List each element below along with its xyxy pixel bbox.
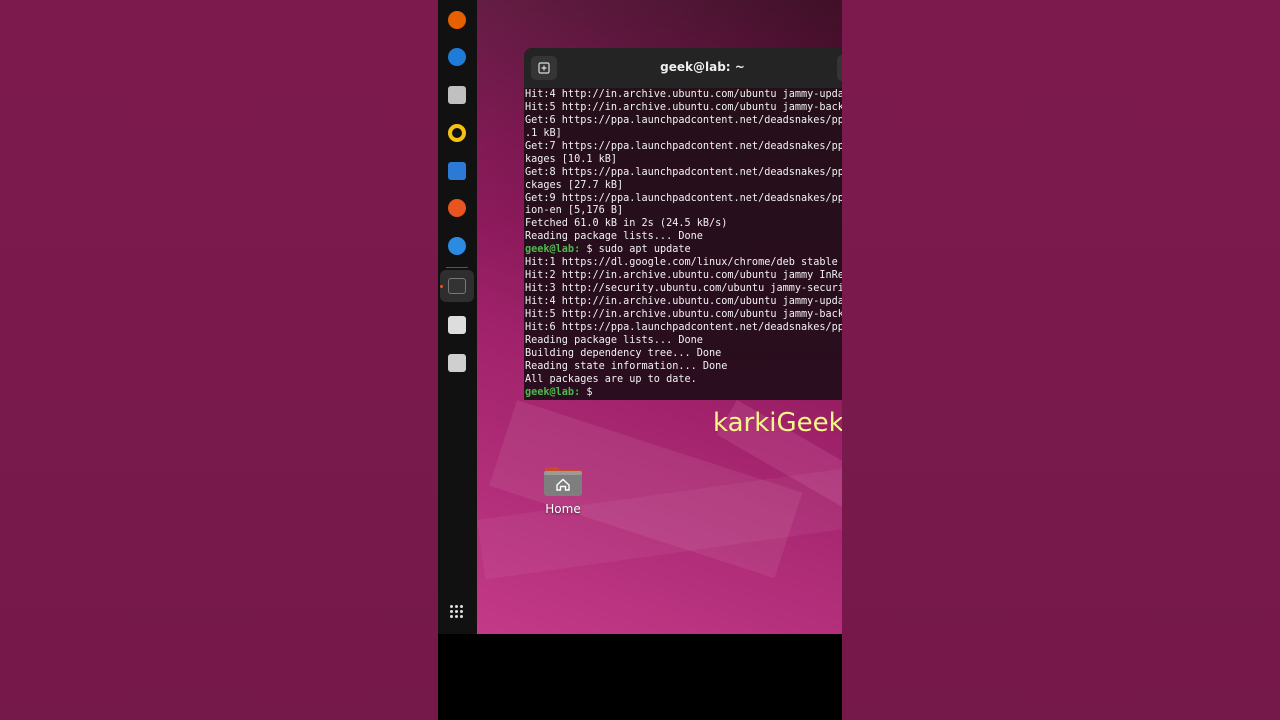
terminal-line: Hit:5 http://in.archive.ubuntu.com/ubunt… bbox=[525, 308, 842, 320]
firefox-icon[interactable] bbox=[446, 9, 468, 31]
terminal-line: Reading package lists... Done bbox=[525, 231, 703, 243]
shell-prompt: geek@lab bbox=[525, 244, 575, 256]
show-apps-icon[interactable] bbox=[450, 605, 464, 619]
help-icon[interactable] bbox=[446, 235, 468, 257]
terminal-line: Get:6 https://ppa.launchpadcontent.net/d… bbox=[525, 114, 842, 126]
watermark-text: karkiGeek bbox=[713, 408, 842, 438]
terminal-header-bar[interactable]: geek@lab: ~ bbox=[524, 48, 842, 88]
terminal-line: Get:7 https://ppa.launchpadcontent.net/d… bbox=[525, 140, 842, 152]
text-editor-icon[interactable] bbox=[446, 314, 468, 336]
software-center-icon[interactable] bbox=[446, 197, 468, 219]
home-folder-label: Home bbox=[545, 502, 581, 516]
terminal-line: Hit:5 http://in.archive.ubuntu.com/ubunt… bbox=[525, 101, 842, 113]
terminal-line: geek@lab: $ bbox=[525, 387, 842, 399]
shell-command: $ sudo apt update bbox=[580, 244, 691, 256]
terminal-line: Get:8 https://ppa.launchpadcontent.net/d… bbox=[525, 166, 842, 178]
terminal-line: .1 kB] bbox=[525, 127, 562, 139]
terminal-glyph bbox=[448, 278, 466, 294]
libreoffice-writer-glyph bbox=[448, 162, 466, 180]
dock bbox=[438, 0, 477, 634]
blurred-background-left bbox=[0, 0, 438, 720]
terminal-line: Hit:6 https://ppa.launchpadcontent.net/d… bbox=[525, 321, 842, 333]
search-button[interactable] bbox=[837, 55, 842, 81]
dock-separator bbox=[446, 267, 468, 268]
terminal-line: Hit:2 http://in.archive.ubuntu.com/ubunt… bbox=[525, 270, 842, 282]
blurred-background-right bbox=[842, 0, 1280, 720]
terminal-line: Fetched 61.0 kB in 2s (24.5 kB/s) bbox=[525, 218, 728, 230]
terminal-line: Building dependency tree... Done bbox=[525, 347, 722, 359]
terminal-line: Get:9 https://ppa.launchpadcontent.net/d… bbox=[525, 192, 842, 204]
desktop[interactable]: geek@lab: ~ Hit:4 http://in.archive.ubun… bbox=[477, 0, 842, 634]
shell-prompt: geek@lab bbox=[525, 386, 575, 398]
terminal-line: ion-en [5,176 B] bbox=[525, 205, 624, 217]
files-icon[interactable] bbox=[446, 84, 468, 106]
terminal-line: geek@lab: $ sudo apt update bbox=[525, 244, 842, 257]
terminal-icon[interactable] bbox=[446, 275, 468, 297]
libreoffice-writer-icon[interactable] bbox=[446, 160, 468, 182]
terminal-line: Hit:4 http://in.archive.ubuntu.com/ubunt… bbox=[525, 296, 842, 307]
trash-icon[interactable] bbox=[446, 352, 468, 374]
home-folder-icon[interactable] bbox=[543, 463, 583, 497]
thunderbird-icon[interactable] bbox=[446, 46, 468, 68]
trash-glyph bbox=[448, 354, 466, 372]
thunderbird-glyph bbox=[448, 48, 466, 66]
terminal-line: ckages [27.7 kB] bbox=[525, 179, 624, 191]
shell-command: $ bbox=[580, 386, 593, 398]
software-center-glyph bbox=[448, 199, 466, 217]
files-glyph bbox=[448, 86, 466, 104]
terminal-output[interactable]: Hit:4 http://in.archive.ubuntu.com/ubunt… bbox=[525, 89, 842, 399]
terminal-line: All packages are up to date. bbox=[525, 373, 697, 385]
help-glyph bbox=[448, 237, 466, 255]
screen-frame: geek@lab: ~ Hit:4 http://in.archive.ubun… bbox=[438, 0, 842, 720]
terminal-title: geek@lab: ~ bbox=[660, 60, 745, 74]
running-indicator bbox=[440, 285, 443, 288]
text-editor-glyph bbox=[448, 316, 466, 334]
firefox-glyph bbox=[448, 11, 466, 29]
terminal-line: Reading package lists... Done bbox=[525, 334, 703, 346]
terminal-line: kages [10.1 kB] bbox=[525, 153, 618, 165]
terminal-line: Reading state information... Done bbox=[525, 360, 728, 372]
rhythmbox-icon[interactable] bbox=[446, 122, 468, 144]
terminal-line: Hit:3 http://security.ubuntu.com/ubuntu … bbox=[525, 283, 842, 295]
terminal-line: Hit:1 https://dl.google.com/linux/chrome… bbox=[525, 257, 838, 269]
terminal-line: Hit:4 http://in.archive.ubuntu.com/ubunt… bbox=[525, 89, 842, 100]
terminal-window[interactable]: geek@lab: ~ Hit:4 http://in.archive.ubun… bbox=[524, 48, 842, 400]
rhythmbox-glyph bbox=[448, 124, 466, 142]
